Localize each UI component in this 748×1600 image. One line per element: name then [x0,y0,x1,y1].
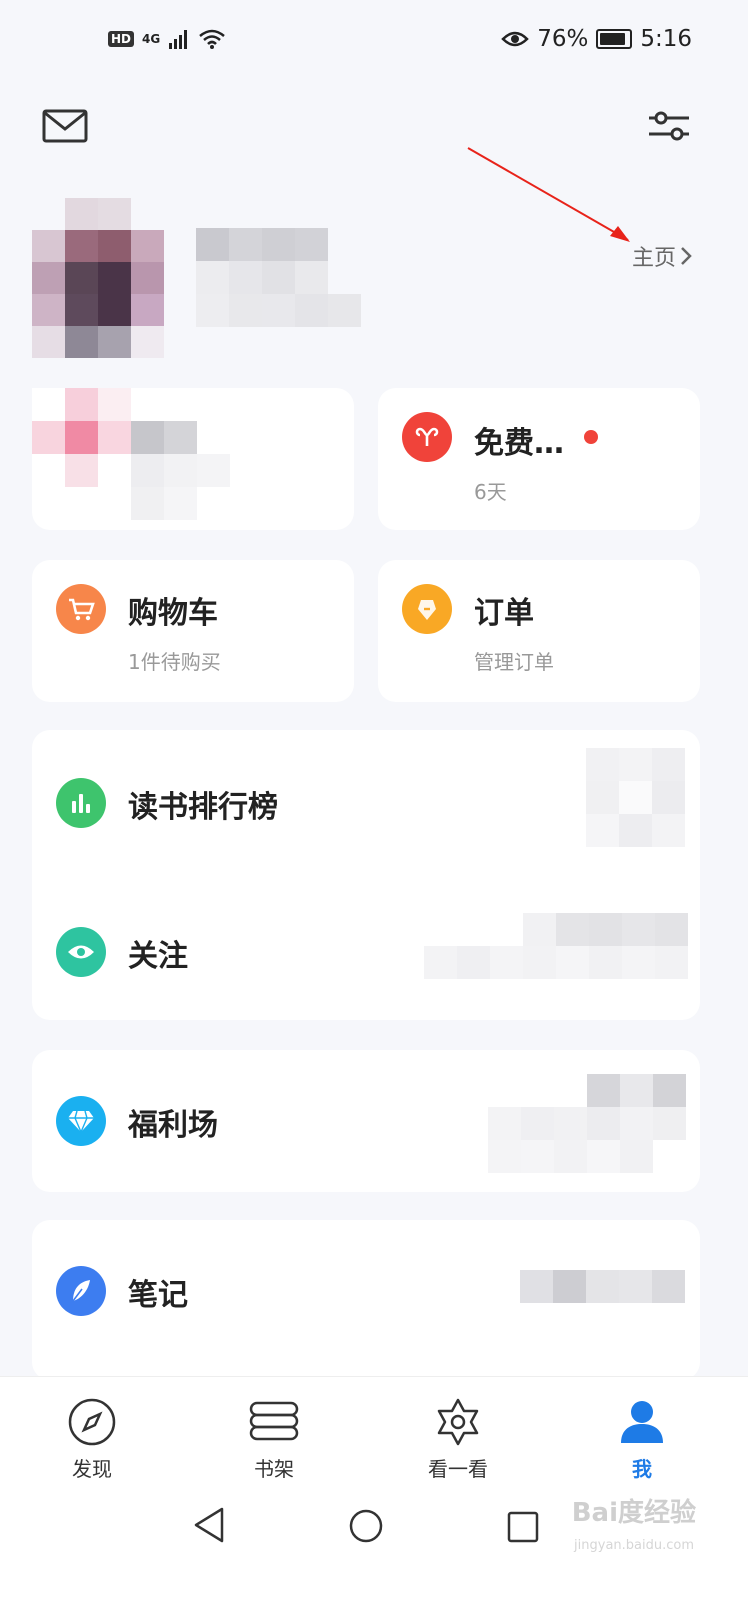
tab-me-label: 我 [632,1457,652,1481]
eye-comfort-icon [501,31,529,47]
menu-group-1: 读书排行榜 关注 [32,730,700,1020]
home-icon[interactable] [348,1508,384,1544]
person-icon [621,1401,663,1443]
cart-card-title: 购物车 [128,596,218,631]
tab-discover-label: 发现 [72,1457,112,1481]
follow-row[interactable]: 关注 [32,875,700,1020]
back-icon[interactable] [192,1506,226,1544]
membership-blurred [32,388,230,520]
free-card[interactable]: 免费… 6天 [378,388,700,530]
homepage-label: 主页 [632,246,677,271]
bottom-tab-bar: 发现 书架 看一看 我 [0,1376,748,1481]
free-card-subtitle: 6天 [474,480,507,504]
notes-label: 笔记 [128,1278,188,1313]
wifi-icon [199,29,226,49]
orders-card-title: 订单 [474,596,534,631]
battery-icon [596,29,633,49]
bookshelf-icon [249,1401,299,1441]
membership-card[interactable] [32,388,354,530]
follow-label: 关注 [128,939,188,974]
annotation-arrow [467,147,630,242]
status-bar: HD 4G 76% 5:16 [0,0,748,88]
watermark: Bai度经验 [571,1498,696,1528]
avatar[interactable] [32,198,164,358]
settings-button[interactable] [644,104,694,148]
recents-icon[interactable] [506,1510,540,1544]
welfare-row[interactable]: 福利场 [32,1050,700,1192]
bar-chart-icon [56,778,106,828]
clock: 5:16 [640,26,692,52]
network-type: 4G [142,32,161,46]
welfare-label: 福利场 [128,1108,218,1143]
notes-blurred-value [520,1270,685,1303]
ranking-row[interactable]: 读书排行榜 [32,730,700,875]
watermark-url: jingyan.baidu.com [574,1538,694,1553]
follow-blurred-value [424,913,688,979]
star-icon [437,1398,479,1446]
unread-dot [584,430,598,444]
hd-badge: HD [108,31,135,47]
orders-card[interactable]: 订单 管理订单 [378,560,700,702]
tab-discover[interactable]: 发现 [32,1397,152,1482]
tab-me[interactable]: 我 [582,1397,702,1482]
signal-indicators: HD 4G [108,28,226,50]
tab-bookshelf[interactable]: 书架 [214,1397,334,1482]
sliders-icon [649,111,689,141]
tab-look[interactable]: 看一看 [398,1397,518,1482]
battery-percent: 76% [537,26,589,52]
eye-icon [56,927,106,977]
mail-button[interactable] [40,104,90,148]
feather-icon [56,1266,106,1316]
signal-icon [169,30,188,49]
ranking-blurred-value [586,748,685,847]
compass-icon [68,1398,116,1446]
username-blurred [196,228,361,327]
ranking-label: 读书排行榜 [128,790,278,825]
status-right: 76% 5:16 [501,26,692,52]
envelope-icon [42,109,88,143]
order-icon [402,584,452,634]
cart-icon [56,584,106,634]
notes-row[interactable]: 笔记 [32,1220,700,1380]
infinity-icon [402,412,452,462]
cart-card-subtitle: 1件待购买 [128,650,221,674]
welfare-blurred-value [488,1074,686,1173]
diamond-icon [56,1096,106,1146]
tab-bookshelf-label: 书架 [254,1457,294,1481]
tab-look-label: 看一看 [428,1457,488,1481]
free-card-title: 免费… [474,426,564,461]
homepage-link[interactable]: 主页 [632,240,692,272]
orders-card-subtitle: 管理订单 [474,650,554,674]
chevron-right-icon [681,247,692,265]
cart-card[interactable]: 购物车 1件待购买 [32,560,354,702]
